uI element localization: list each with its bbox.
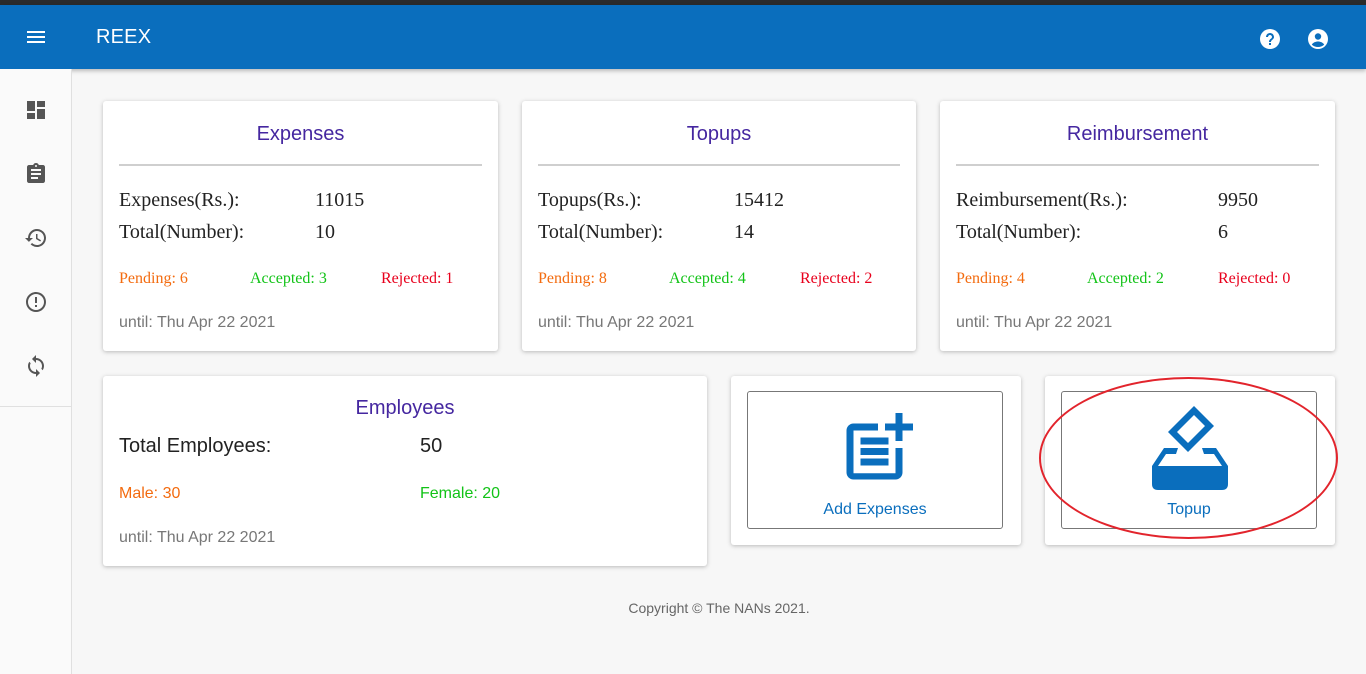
accepted-count: Accepted: 3 <box>250 270 327 287</box>
until-date: until: Thu Apr 22 2021 <box>538 314 695 331</box>
add-expenses-button[interactable]: Add Expenses <box>747 391 1003 529</box>
employees-card: Employees Total Employees: 50 Male: 30 F… <box>103 376 707 566</box>
pending-count: Pending: 8 <box>538 270 607 287</box>
add-expenses-label: Add Expenses <box>823 501 927 518</box>
dashboard-icon <box>27 101 45 119</box>
amount-label: Topups(Rs.): <box>538 189 642 211</box>
until-date: until: Thu Apr 22 2021 <box>119 314 276 331</box>
total-label: Total(Number): <box>538 221 664 243</box>
sidebar-item-dashboard[interactable] <box>0 78 72 142</box>
female-count: Female: 20 <box>420 485 501 502</box>
history-icon <box>25 229 46 247</box>
pending-count: Pending: 6 <box>119 270 188 287</box>
card-divider <box>538 164 900 166</box>
add-expenses-card: Add Expenses <box>731 376 1021 545</box>
sidebar-item-sync[interactable] <box>0 334 72 398</box>
total-label: Total(Number): <box>956 221 1082 243</box>
card-divider <box>956 164 1319 166</box>
post-add-icon <box>846 413 913 480</box>
total-value: 10 <box>315 221 335 243</box>
until-date: until: Thu Apr 22 2021 <box>956 314 1113 331</box>
app-bar: REEX <box>0 5 1366 69</box>
account-circle-icon[interactable] <box>1306 27 1330 51</box>
sidebar-item-clipboard[interactable] <box>0 142 72 206</box>
clipboard-icon <box>27 163 45 183</box>
help-icon[interactable] <box>1258 27 1282 51</box>
until-date: until: Thu Apr 22 2021 <box>119 529 276 546</box>
card-title: Employees <box>355 397 455 419</box>
total-employees-label: Total Employees: <box>119 435 272 457</box>
card-title: Topups <box>686 123 752 145</box>
total-label: Total(Number): <box>119 221 245 243</box>
reimbursement-card: Reimbursement Reimbursement(Rs.): 9950 T… <box>940 101 1335 351</box>
menu-icon[interactable] <box>24 25 48 49</box>
topup-label: Topup <box>1167 501 1211 518</box>
card-title: Expenses <box>256 123 345 145</box>
sidebar-item-alerts[interactable] <box>0 270 72 334</box>
sidebar <box>0 69 72 674</box>
male-count: Male: 30 <box>119 485 181 502</box>
card-title: Reimbursement <box>1066 123 1209 145</box>
card-divider <box>119 164 482 166</box>
rejected-count: Rejected: 1 <box>381 270 454 287</box>
rejected-count: Rejected: 0 <box>1218 270 1291 287</box>
sync-icon <box>28 355 44 377</box>
sidebar-divider <box>0 406 71 407</box>
total-value: 6 <box>1218 221 1228 243</box>
accepted-count: Accepted: 4 <box>669 270 746 287</box>
total-value: 14 <box>734 221 754 243</box>
app-title: REEX <box>96 26 152 48</box>
amount-value: 9950 <box>1218 189 1258 211</box>
footer-copyright: Copyright © The NANs 2021. <box>628 600 810 616</box>
expenses-card: Expenses Expenses(Rs.): 11015 Total(Numb… <box>103 101 498 351</box>
amount-label: Expenses(Rs.): <box>119 189 240 211</box>
alert-circle-icon <box>26 292 46 312</box>
amount-value: 11015 <box>315 189 365 211</box>
amount-value: 15412 <box>734 189 784 211</box>
topups-card: Topups Topups(Rs.): 15412 Total(Number):… <box>522 101 916 351</box>
pending-count: Pending: 4 <box>956 270 1025 287</box>
total-employees-value: 50 <box>420 435 443 457</box>
topup-card: Topup <box>1045 376 1335 545</box>
rejected-count: Rejected: 2 <box>800 270 873 287</box>
sidebar-item-history[interactable] <box>0 206 72 270</box>
accepted-count: Accepted: 2 <box>1087 270 1164 287</box>
amount-label: Reimbursement(Rs.): <box>956 189 1128 211</box>
topup-button[interactable]: Topup <box>1061 391 1317 529</box>
ballot-box-icon <box>1152 406 1228 490</box>
